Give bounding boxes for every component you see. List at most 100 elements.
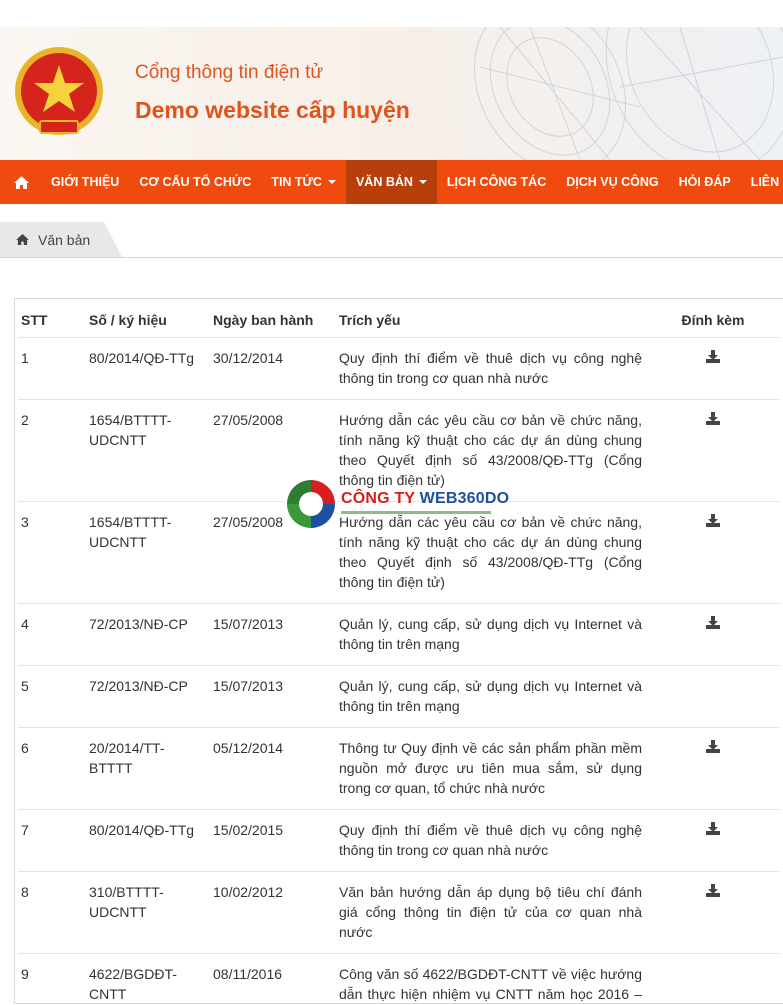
cell-stt: 5	[18, 664, 82, 727]
cell-dinh-kem	[646, 952, 780, 1005]
cell-trich-yeu[interactable]: Văn bản hướng dẫn áp dụng bộ tiêu chí đá…	[336, 870, 646, 953]
table-row: 8 310/BTTTT-UDCNTT 10/02/2012 Văn bản hướng…	[18, 870, 780, 953]
cell-so-ky-hieu[interactable]: 20/2014/TT-BTTTT	[82, 726, 210, 809]
download-icon[interactable]	[706, 614, 720, 634]
cell-trich-yeu[interactable]: Quản lý, cung cấp, sử dụng dịch vụ Inter…	[336, 664, 646, 727]
site-banner: Cổng thông tin điện tử Demo website cấp …	[0, 27, 783, 160]
table-row: 9 4622/BGDĐT-CNTT 08/11/2016 Công văn số 46…	[18, 952, 780, 1005]
download-icon[interactable]	[706, 512, 720, 532]
breadcrumb-item[interactable]: Văn bản	[0, 222, 122, 257]
cell-trich-yeu[interactable]: Công văn số 4622/BGDĐT-CNTT về việc hướn…	[336, 952, 646, 1005]
nav-van-ban[interactable]: Văn bản	[345, 160, 437, 204]
caret-down-icon	[418, 180, 427, 184]
home-icon	[14, 175, 29, 189]
nav-lien-he[interactable]: Liên hệ	[741, 160, 783, 204]
col-trich-yeu: Trích yếu	[339, 311, 401, 328]
cell-dinh-kem	[646, 336, 780, 399]
documents-table: STT Số / ký hiệu Ngày ban hành Trích yếu…	[18, 299, 780, 1005]
col-so-ky-hieu: Số / ký hiệu	[89, 311, 167, 328]
col-ngay-ban-hanh: Ngày ban hành	[213, 311, 314, 328]
cell-so-ky-hieu[interactable]: 310/BTTTT-UDCNTT	[82, 870, 210, 953]
nav-hoi-dap[interactable]: Hỏi đáp	[669, 160, 741, 204]
cell-ngay-ban-hanh: 15/02/2015	[210, 808, 336, 871]
cell-so-ky-hieu[interactable]: 1654/BTTTT-UDCNTT	[82, 398, 210, 501]
table-row: 3 1654/BTTTT-UDCNTT 27/05/2008 Hướng dẫn cá…	[18, 500, 780, 603]
cell-trich-yeu[interactable]: Hướng dẫn các yêu cầu cơ bản về chức năn…	[336, 398, 646, 501]
site-title: Demo website cấp huyện	[135, 97, 410, 123]
cell-stt: 8	[18, 870, 82, 953]
cell-ngay-ban-hanh: 15/07/2013	[210, 602, 336, 665]
site-subtitle: Cổng thông tin điện tử	[135, 62, 324, 83]
home-icon	[16, 234, 29, 245]
nav-label: Lịch công tác	[446, 175, 547, 189]
nav-label: Hỏi đáp	[678, 175, 731, 189]
cell-dinh-kem	[646, 870, 780, 953]
table-row: 4 72/2013/NĐ-CP 15/07/2013 Quản lý, cung cấ…	[18, 602, 780, 665]
cell-dinh-kem	[646, 602, 780, 665]
cell-dinh-kem	[646, 500, 780, 603]
cell-stt: 6	[18, 726, 82, 809]
table-row: 1 80/2014/QĐ-TTg 30/12/2014 Quy định thí đi…	[18, 336, 780, 399]
cell-ngay-ban-hanh: 15/07/2013	[210, 664, 336, 727]
nav-label: Tin tức	[271, 175, 322, 189]
table-row: 7 80/2014/QĐ-TTg 15/02/2015 Quy định thí đi…	[18, 808, 780, 871]
download-icon[interactable]	[706, 410, 720, 430]
cell-dinh-kem	[646, 808, 780, 871]
download-icon[interactable]	[706, 820, 720, 840]
cell-dinh-kem	[646, 398, 780, 501]
cell-so-ky-hieu[interactable]: 4622/BGDĐT-CNTT	[82, 952, 210, 1005]
cell-trich-yeu[interactable]: Hướng dẫn các yêu cầu cơ bản về chức năn…	[336, 500, 646, 603]
nav-label: Dịch vụ công	[566, 175, 659, 189]
cell-so-ky-hieu[interactable]: 1654/BTTTT-UDCNTT	[82, 500, 210, 603]
cell-stt: 1	[18, 336, 82, 399]
cell-ngay-ban-hanh: 30/12/2014	[210, 336, 336, 399]
cell-stt: 9	[18, 952, 82, 1005]
download-icon[interactable]	[706, 348, 720, 368]
col-dinh-kem: Đính kèm	[681, 311, 745, 328]
table-body: 1 80/2014/QĐ-TTg 30/12/2014 Quy định thí đi…	[18, 336, 780, 1005]
nav-home[interactable]	[0, 160, 41, 204]
table-row: 2 1654/BTTTT-UDCNTT 27/05/2008 Hướng dẫn cá…	[18, 398, 780, 501]
cell-so-ky-hieu[interactable]: 72/2013/NĐ-CP	[82, 664, 210, 727]
cell-ngay-ban-hanh: 27/05/2008	[210, 500, 336, 603]
satellite-dish-background	[474, 27, 783, 160]
nav-lich-cong-tac[interactable]: Lịch công tác	[437, 160, 556, 204]
top-spacer	[0, 0, 783, 27]
nav-label: Liên hệ	[750, 175, 783, 189]
cell-dinh-kem	[646, 664, 780, 727]
national-emblem-logo	[15, 47, 103, 135]
nav-label: Cơ cấu tổ chức	[139, 175, 252, 189]
cell-ngay-ban-hanh: 10/02/2012	[210, 870, 336, 953]
cell-trich-yeu[interactable]: Thông tư Quy định về các sản phẩm phần m…	[336, 726, 646, 809]
download-icon[interactable]	[706, 882, 720, 902]
main-navbar: Giới thiệu Cơ cấu tổ chức Tin tức Văn bả…	[0, 160, 783, 204]
download-icon[interactable]	[706, 738, 720, 758]
nav-dich-vu-cong[interactable]: Dịch vụ công	[556, 160, 668, 204]
cell-so-ky-hieu[interactable]: 80/2014/QĐ-TTg	[82, 808, 210, 871]
cell-stt: 3	[18, 500, 82, 603]
nav-tin-tuc[interactable]: Tin tức	[261, 160, 346, 204]
table-row: 5 72/2013/NĐ-CP 15/07/2013 Quản lý, cung cấ…	[18, 664, 780, 727]
cell-stt: 2	[18, 398, 82, 501]
cell-stt: 7	[18, 808, 82, 871]
nav-co-cau-to-chuc[interactable]: Cơ cấu tổ chức	[129, 160, 261, 204]
cell-trich-yeu[interactable]: Quy định thí điểm về thuê dịch vụ công n…	[336, 336, 646, 399]
col-stt: STT	[21, 311, 48, 328]
caret-down-icon	[327, 180, 336, 184]
cell-ngay-ban-hanh: 08/11/2016	[210, 952, 336, 1005]
table-header-row: STT Số / ký hiệu Ngày ban hành Trích yếu…	[18, 299, 780, 337]
cell-ngay-ban-hanh: 05/12/2014	[210, 726, 336, 809]
documents-table-panel: STT Số / ký hiệu Ngày ban hành Trích yếu…	[14, 298, 783, 1005]
cell-trich-yeu[interactable]: Quy định thí điểm về thuê dịch vụ công n…	[336, 808, 646, 871]
cell-so-ky-hieu[interactable]: 80/2014/QĐ-TTg	[82, 336, 210, 399]
table-row: 6 20/2014/TT-BTTTT 05/12/2014 Thông tư Quy …	[18, 726, 780, 809]
breadcrumb-label: Văn bản	[38, 231, 91, 248]
breadcrumb: Văn bản	[0, 222, 783, 258]
cell-trich-yeu[interactable]: Quản lý, cung cấp, sử dụng dịch vụ Inter…	[336, 602, 646, 665]
cell-dinh-kem	[646, 726, 780, 809]
nav-label: Văn bản	[355, 175, 413, 189]
cell-ngay-ban-hanh: 27/05/2008	[210, 398, 336, 501]
cell-so-ky-hieu[interactable]: 72/2013/NĐ-CP	[82, 602, 210, 665]
nav-label: Giới thiệu	[51, 175, 120, 189]
nav-gioi-thieu[interactable]: Giới thiệu	[41, 160, 129, 204]
